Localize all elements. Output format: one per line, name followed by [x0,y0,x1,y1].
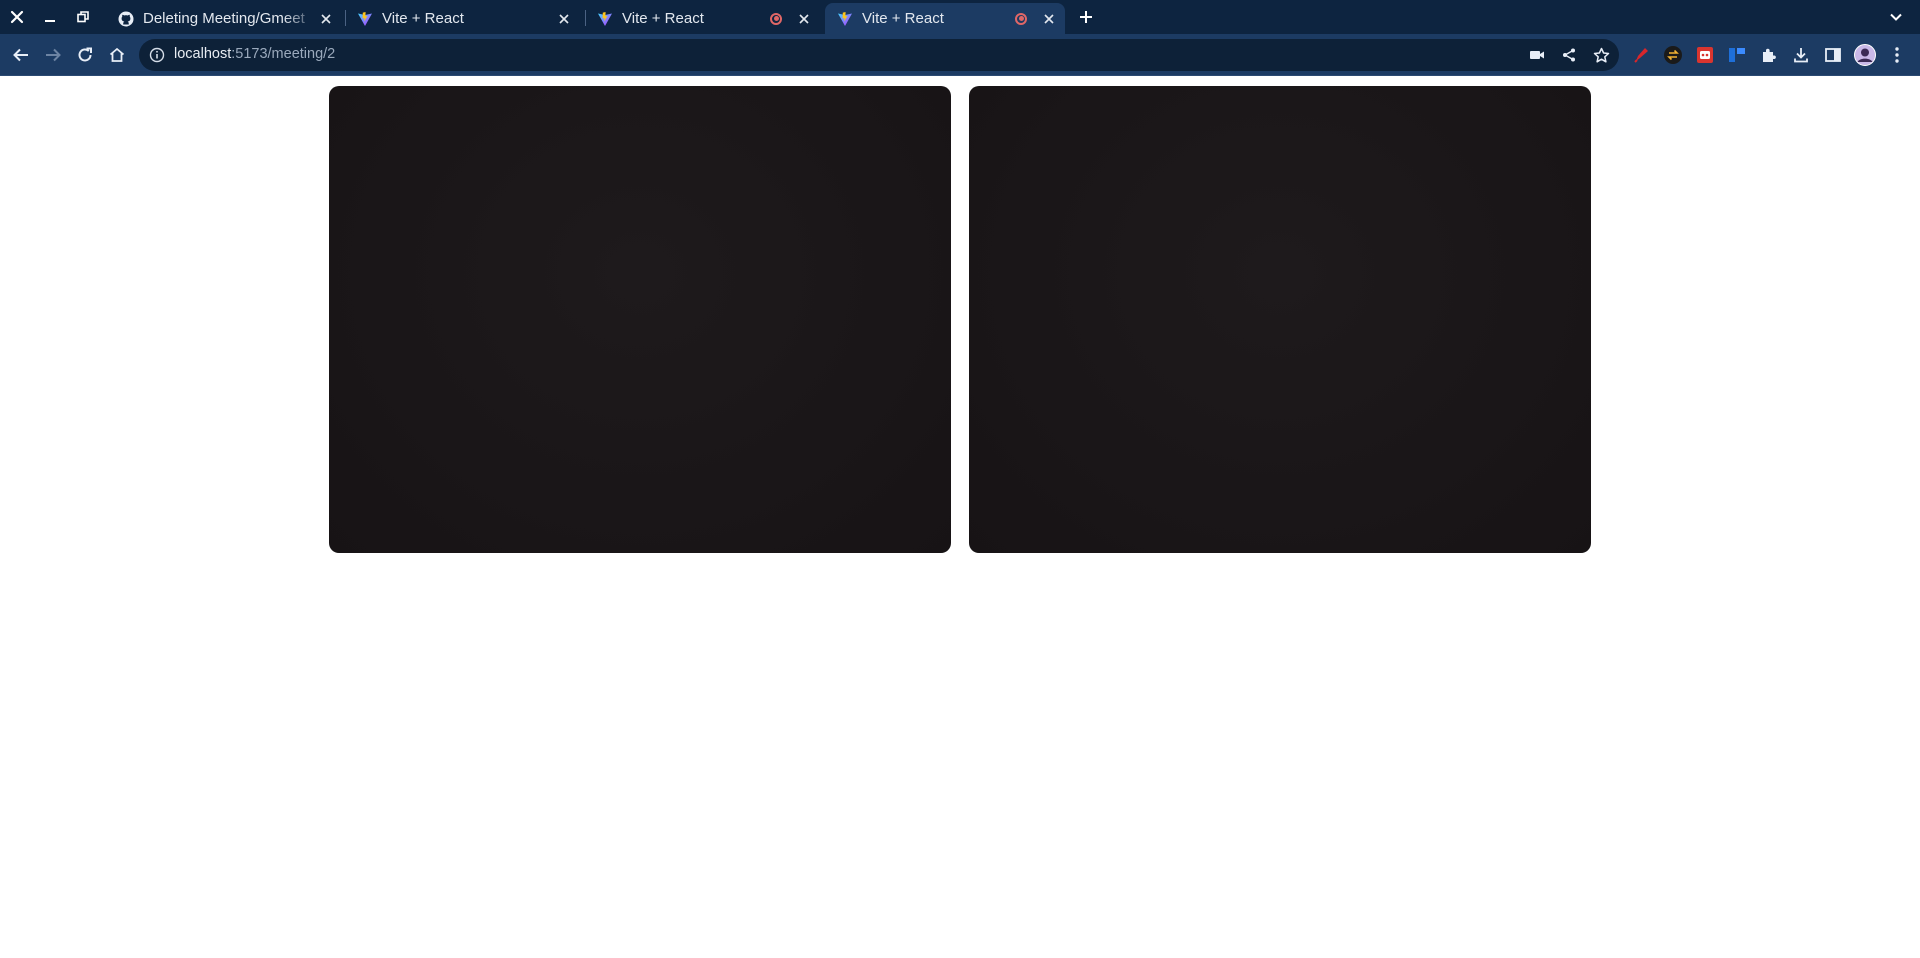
tab-title: Vite + React [862,10,944,27]
chevron-down-icon [1890,13,1902,21]
local-video[interactable] [329,86,951,553]
extension-blue-board[interactable] [1726,44,1748,66]
downloads-button[interactable] [1790,44,1812,66]
restore-icon [77,11,89,23]
close-window-button[interactable] [7,7,27,27]
side-panel-icon [1825,48,1841,62]
share-icon [1563,48,1575,62]
extension-red-robot[interactable] [1694,44,1716,66]
remote-video[interactable] [969,86,1591,553]
dark-arrows-extension-icon [1664,46,1682,64]
reload-button[interactable] [73,43,97,67]
restore-window-button[interactable] [73,7,93,27]
camera-in-use-button[interactable] [1527,45,1547,65]
tab-vite-react-1[interactable]: Vite + React [345,3,580,34]
url-host: localhost [174,46,232,62]
home-icon [109,47,125,62]
tab-close-button[interactable] [796,11,812,27]
close-icon [799,13,809,24]
browser-toolbar: localhost:5173/meeting/2 [0,34,1920,76]
tab-close-button[interactable] [1041,11,1057,27]
close-icon [10,10,24,24]
meeting-page [0,76,1920,958]
minimize-window-button[interactable] [40,7,60,27]
back-icon [13,48,28,62]
bookmark-button[interactable] [1591,45,1611,65]
extension-red-pen[interactable] [1630,44,1652,66]
tab-title: Deleting Meeting/Gmeet [143,10,305,27]
tab-strip: Deleting Meeting/Gmeet Vite + React Vite… [0,0,1920,34]
menu-kebab-icon [1895,47,1899,63]
red-pen-extension-icon [1634,48,1648,63]
forward-icon [46,48,61,62]
tab-vite-react-active[interactable]: Vite + React [825,3,1065,34]
vite-icon [357,11,373,27]
side-panel-button[interactable] [1822,44,1844,66]
back-button[interactable] [9,43,33,67]
tab-close-button[interactable] [318,11,334,27]
tab-github[interactable]: Deleting Meeting/Gmeet [106,3,342,34]
red-robot-extension-icon [1697,47,1713,63]
reload-icon [78,47,92,62]
bookmark-star-icon [1593,47,1609,63]
close-icon [321,13,331,24]
tab-search-button[interactable] [1886,7,1906,27]
extension-dark-arrows[interactable] [1662,44,1684,66]
github-icon [118,11,134,27]
url-text[interactable]: localhost:5173/meeting/2 [174,46,335,62]
download-icon [1794,48,1808,63]
tab-vite-react-2[interactable]: Vite + React [585,3,820,34]
recording-indicator-icon [1015,12,1027,25]
vite-icon [597,11,613,27]
tab-close-button[interactable] [556,11,572,27]
site-info-icon[interactable] [149,47,165,63]
tab-title: Vite + React [622,10,704,27]
vite-icon [837,11,853,27]
close-icon [559,13,569,24]
tab-title: Vite + React [382,10,464,27]
url-path: :5173/meeting/2 [231,46,336,62]
puzzle-icon [1763,48,1776,62]
home-button[interactable] [105,43,129,67]
profile-avatar [1854,44,1876,66]
new-tab-button[interactable] [1076,7,1096,27]
browser-menu-button[interactable] [1886,44,1908,66]
address-bar[interactable]: localhost:5173/meeting/2 [139,39,1619,71]
minimize-icon [45,20,55,22]
forward-button[interactable] [41,43,65,67]
share-button[interactable] [1559,45,1579,65]
profile-button[interactable] [1854,44,1876,66]
close-icon [1044,13,1054,24]
extensions-button[interactable] [1758,44,1780,66]
recording-indicator-icon [770,12,782,25]
blue-board-extension-icon [1729,48,1745,62]
plus-icon [1080,11,1092,23]
camera-icon [1530,51,1544,59]
